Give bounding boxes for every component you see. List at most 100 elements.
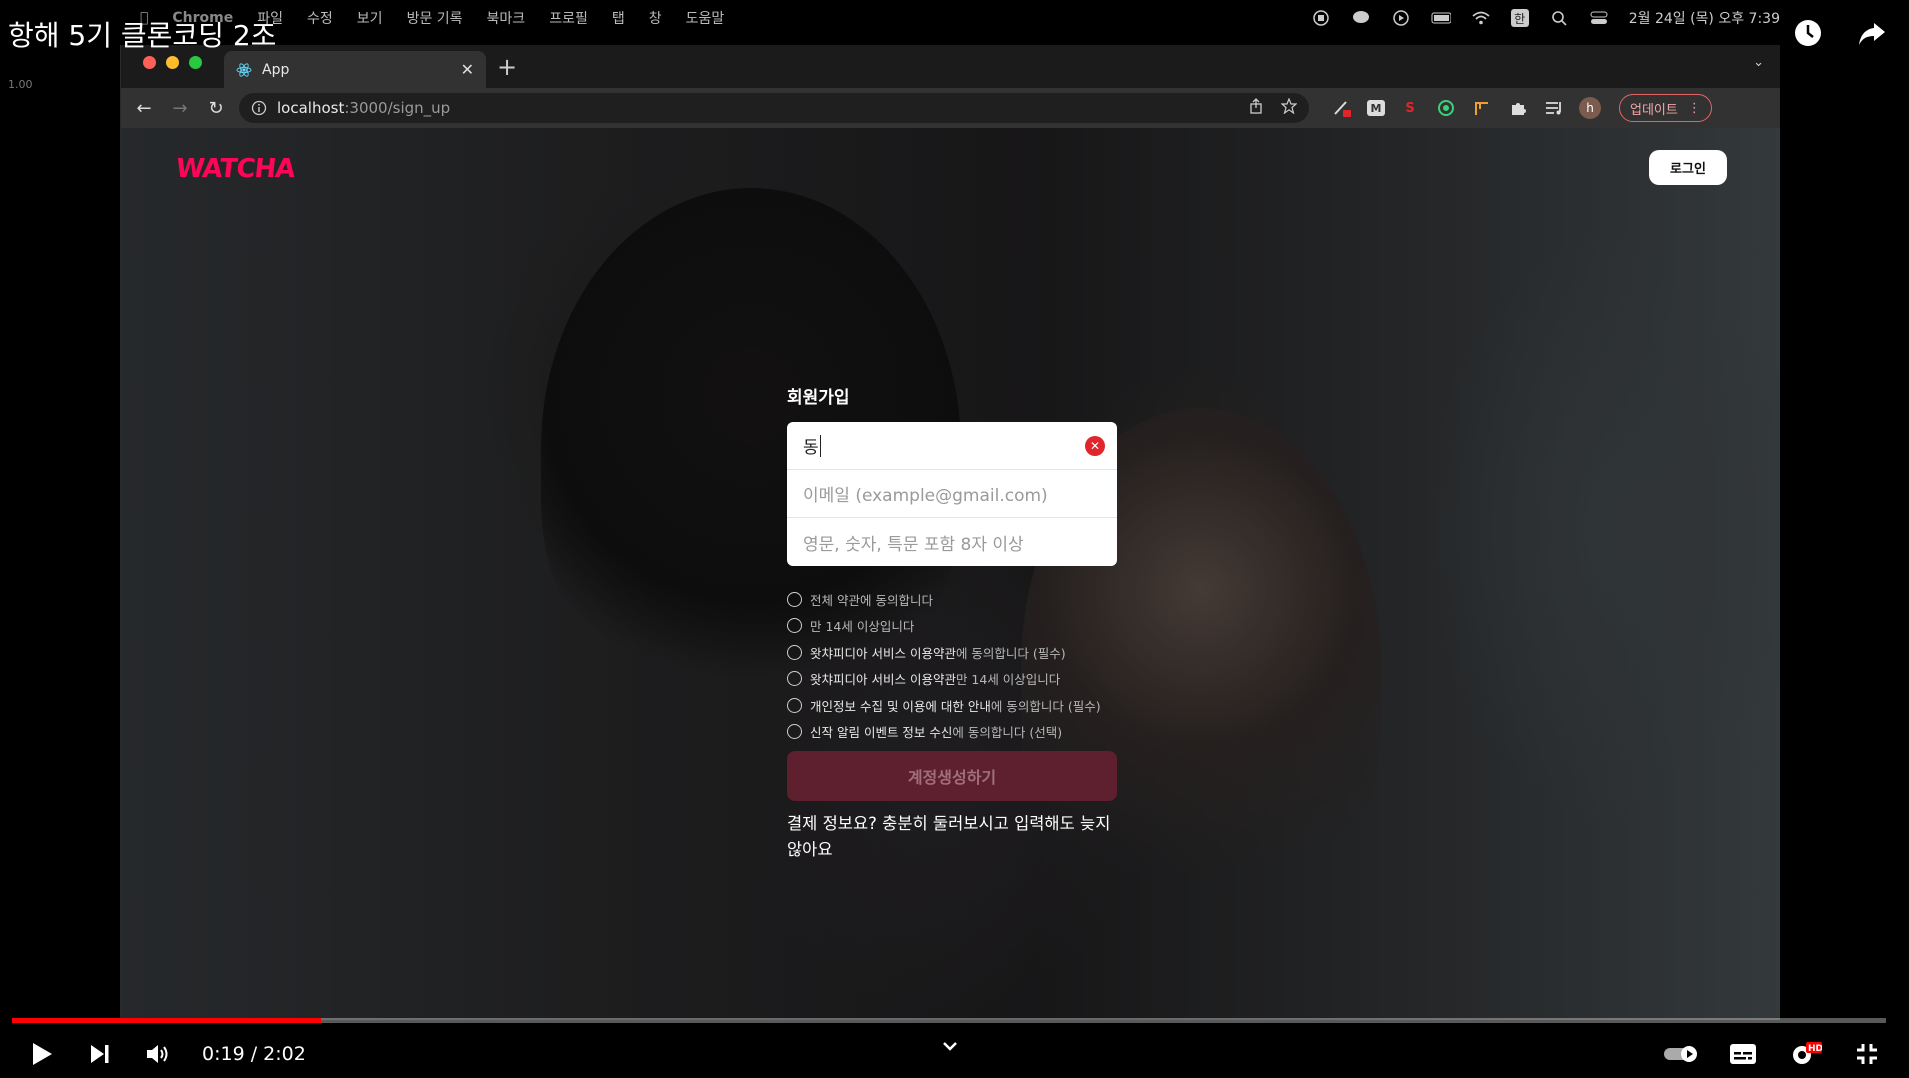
time-separator: / bbox=[244, 1043, 264, 1065]
video-top-actions bbox=[1791, 16, 1889, 50]
agree-radio[interactable] bbox=[787, 724, 802, 740]
agree-strong-text[interactable]: 신작 알림 이벤트 정보 수신 bbox=[810, 722, 952, 741]
window-controls bbox=[143, 56, 202, 69]
address-bar[interactable]: localhost:3000/sign_up bbox=[239, 93, 1309, 123]
email-field[interactable]: 이메일 (example@gmail.com) bbox=[787, 470, 1117, 518]
browser-toolbar: ← → ↻ localhost:3000/sign_up M S h 업데이트 … bbox=[121, 88, 1780, 128]
control-center-icon[interactable] bbox=[1589, 9, 1609, 27]
menu-help[interactable]: 도움말 bbox=[686, 8, 725, 28]
input-source-icon[interactable]: 한 bbox=[1510, 9, 1529, 27]
update-button[interactable]: 업데이트 ⋮ bbox=[1619, 94, 1712, 122]
settings-gear-icon[interactable]: HD bbox=[1785, 1034, 1825, 1074]
next-icon[interactable] bbox=[80, 1034, 120, 1074]
menu-bookmarks[interactable]: 북마크 bbox=[487, 8, 526, 28]
menu-edit[interactable]: 수정 bbox=[307, 8, 333, 28]
share-page-icon[interactable] bbox=[1249, 98, 1263, 118]
agree-terms-age[interactable]: 왓챠피디아 서비스 이용약관 만 14세 이상입니다 bbox=[787, 666, 1117, 693]
wifi-icon[interactable] bbox=[1471, 9, 1491, 27]
mac-menubar:  Chrome 파일 수정 보기 방문 기록 북마크 프로필 탭 창 도움말 … bbox=[140, 0, 1780, 36]
menu-view[interactable]: 보기 bbox=[357, 8, 383, 28]
forward-icon[interactable]: → bbox=[167, 95, 193, 121]
puzzle-extensions-icon[interactable] bbox=[1507, 97, 1529, 119]
video-controls: 0:19 / 2:02 HD bbox=[0, 1030, 1909, 1078]
name-field-value: 동 bbox=[803, 438, 819, 458]
subtitles-icon[interactable] bbox=[1723, 1034, 1763, 1074]
video-controls-right: HD bbox=[1661, 1034, 1887, 1074]
page-viewport: WATCHA 로그인 회원가입 동 ✕ 이메일 (example@gmail.c… bbox=[121, 128, 1780, 1020]
corner-extension-icon[interactable] bbox=[1471, 97, 1493, 119]
agree-text: 만 14세 이상입니다 bbox=[955, 672, 1061, 688]
agree-text: 에 동의합니다 (필수) bbox=[955, 645, 1066, 661]
site-info-icon[interactable] bbox=[251, 100, 267, 116]
autoplay-toggle-icon[interactable] bbox=[1661, 1034, 1701, 1074]
tab-close-icon[interactable]: ✕ bbox=[461, 60, 474, 79]
menubar-clock[interactable]: 2월 24일 (목) 오후 7:39 bbox=[1629, 8, 1780, 28]
agree-radio[interactable] bbox=[787, 591, 802, 607]
spotlight-search-icon[interactable] bbox=[1549, 9, 1569, 27]
back-icon[interactable]: ← bbox=[131, 95, 157, 121]
menu-profile[interactable]: 프로필 bbox=[549, 8, 588, 28]
share-icon[interactable] bbox=[1855, 16, 1889, 50]
browser-window: App ✕ + ⌄ ← → ↻ localhost:3000/sign_up M… bbox=[120, 45, 1780, 1020]
close-window-button[interactable] bbox=[143, 56, 156, 69]
chevron-down-icon[interactable] bbox=[940, 1036, 960, 1060]
kebab-menu-icon[interactable]: ⋮ bbox=[1688, 101, 1701, 116]
chat-icon[interactable] bbox=[1351, 9, 1371, 27]
agree-age[interactable]: 만 14세 이상입니다 bbox=[787, 613, 1117, 640]
url-path: :3000/sign_up bbox=[344, 99, 451, 117]
exit-fullscreen-icon[interactable] bbox=[1847, 1034, 1887, 1074]
reading-list-icon[interactable] bbox=[1543, 97, 1565, 119]
s-extension-icon[interactable]: S bbox=[1399, 97, 1421, 119]
agree-strong-text[interactable]: 왓챠피디아 서비스 이용약관 bbox=[810, 669, 956, 688]
watch-later-icon[interactable] bbox=[1791, 16, 1825, 50]
login-button[interactable]: 로그인 bbox=[1649, 150, 1727, 185]
video-progress-played bbox=[12, 1018, 322, 1023]
agree-text: 에 동의합니다 (필수) bbox=[990, 698, 1101, 714]
agreement-list: 전체 약관에 동의합니다 만 14세 이상입니다 왓챠피디아 서비스 이용약관 에… bbox=[787, 586, 1117, 745]
update-label: 업데이트 bbox=[1630, 102, 1678, 118]
menu-tab[interactable]: 탭 bbox=[612, 8, 625, 28]
minimize-window-button[interactable] bbox=[166, 56, 179, 69]
agree-marketing[interactable]: 신작 알림 이벤트 정보 수신 에 동의합니다 (선택) bbox=[787, 719, 1117, 746]
agree-radio[interactable] bbox=[787, 644, 802, 660]
play-icon[interactable] bbox=[22, 1034, 62, 1074]
m-extension-icon[interactable]: M bbox=[1367, 100, 1385, 116]
password-field[interactable]: 영문, 숫자, 특문 포함 8자 이상 bbox=[787, 518, 1117, 566]
watcha-logo[interactable]: WATCHA bbox=[174, 154, 295, 184]
bookmark-star-icon[interactable] bbox=[1280, 97, 1298, 118]
battery-icon[interactable] bbox=[1431, 9, 1451, 27]
volume-icon[interactable] bbox=[138, 1034, 178, 1074]
agree-all[interactable]: 전체 약관에 동의합니다 bbox=[787, 586, 1117, 613]
profile-avatar[interactable]: h bbox=[1579, 97, 1601, 119]
agree-radio[interactable] bbox=[787, 671, 802, 687]
signup-title: 회원가입 bbox=[787, 388, 850, 408]
target-extension-icon[interactable] bbox=[1435, 97, 1457, 119]
agree-strong-text[interactable]: 개인정보 수집 및 이용에 대한 안내 bbox=[810, 696, 991, 715]
menu-window[interactable]: 창 bbox=[649, 8, 662, 28]
browser-tab[interactable]: App ✕ bbox=[224, 51, 486, 88]
agree-terms[interactable]: 왓챠피디아 서비스 이용약관 에 동의합니다 (필수) bbox=[787, 639, 1117, 666]
current-time: 0:19 bbox=[202, 1043, 245, 1065]
payment-note: 결제 정보요? 충분히 둘러보시고 입력해도 늦지 않아요 bbox=[787, 814, 1111, 859]
video-title[interactable]: 항해 5기 클론코딩 2조 bbox=[8, 14, 276, 54]
video-progress-bar[interactable] bbox=[12, 1018, 1886, 1023]
time-display: 0:19 / 2:02 bbox=[202, 1043, 306, 1065]
clear-input-icon[interactable]: ✕ bbox=[1085, 436, 1105, 456]
record-icon[interactable] bbox=[1311, 9, 1331, 27]
agree-radio[interactable] bbox=[787, 697, 802, 713]
agree-radio[interactable] bbox=[787, 618, 802, 634]
name-field[interactable]: 동 ✕ bbox=[787, 422, 1117, 470]
play-circle-icon[interactable] bbox=[1391, 9, 1411, 27]
new-tab-icon[interactable]: + bbox=[497, 53, 517, 81]
svg-text:HD: HD bbox=[1808, 1044, 1822, 1054]
create-account-button[interactable]: 계정생성하기 bbox=[787, 751, 1117, 801]
agree-strong-text[interactable]: 왓챠피디아 서비스 이용약관 bbox=[810, 643, 956, 662]
agree-text: 에 동의합니다 (선택) bbox=[952, 725, 1063, 741]
tab-search-chevron-icon[interactable]: ⌄ bbox=[1753, 55, 1764, 70]
agree-privacy[interactable]: 개인정보 수집 및 이용에 대한 안내 에 동의합니다 (필수) bbox=[787, 692, 1117, 719]
menu-history[interactable]: 방문 기록 bbox=[407, 8, 463, 28]
agree-text: 전체 약관에 동의합니다 bbox=[810, 592, 933, 608]
zoom-window-button[interactable] bbox=[189, 56, 202, 69]
reload-icon[interactable]: ↻ bbox=[203, 95, 229, 121]
pen-extension-icon[interactable] bbox=[1331, 97, 1353, 119]
